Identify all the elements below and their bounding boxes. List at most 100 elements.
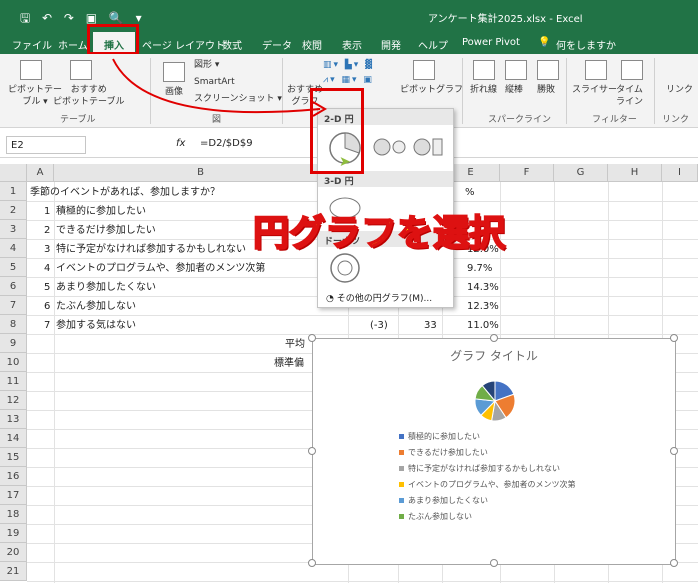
col-header-f[interactable]: F — [500, 164, 554, 182]
cell-a1[interactable]: 季節のイベントがあれば、参加しますか？ — [30, 183, 220, 202]
legend-item[interactable]: あまり参加したくない — [399, 495, 488, 506]
legend-item[interactable]: 特に予定がなければ参加するかもしれない — [399, 463, 560, 474]
cell-a-number[interactable]: 7 — [44, 316, 50, 335]
cell-e8[interactable]: 11.0% — [467, 316, 499, 335]
ribbon-separator — [566, 58, 567, 124]
cell-d8[interactable]: 33 — [424, 316, 437, 335]
sparkline-column-icon — [505, 60, 527, 80]
cell-c8[interactable]: (-3) — [370, 316, 388, 335]
cell-e-percent[interactable]: 9.7% — [467, 259, 492, 278]
resize-handle[interactable] — [490, 559, 498, 567]
tab-power-pivot[interactable]: Power Pivot — [462, 37, 520, 48]
cell-b9[interactable]: 平均 — [285, 335, 305, 354]
link-button[interactable]: リンク — [666, 84, 693, 96]
donut-option[interactable] — [328, 251, 362, 285]
col-header-b[interactable]: B — [54, 164, 348, 182]
tab-data[interactable]: データ — [262, 37, 292, 52]
resize-handle[interactable] — [670, 559, 678, 567]
cell-a-number[interactable]: 2 — [44, 221, 50, 240]
row-header-14[interactable]: 14 — [0, 429, 27, 448]
sparkline-winloss-button[interactable]: 勝敗 — [537, 84, 555, 96]
legend-swatch — [399, 450, 404, 455]
col-header-g[interactable]: G — [554, 164, 608, 182]
row-header-16[interactable]: 16 — [0, 467, 27, 486]
cell-b-item[interactable]: 特に予定がなければ参加するかもしれない — [56, 240, 246, 259]
col-header-h[interactable]: H — [608, 164, 662, 182]
cell-e-percent[interactable]: 12.3% — [467, 297, 499, 316]
more-pie-charts-button[interactable]: ◔ その他の円グラフ(M)... — [326, 291, 432, 304]
row-header-21[interactable]: 21 — [0, 562, 27, 581]
legend-item[interactable]: できるだけ参加したい — [399, 447, 488, 458]
resize-handle[interactable] — [308, 447, 316, 455]
resize-handle[interactable] — [670, 447, 678, 455]
row-header-2[interactable]: 2 — [0, 201, 27, 220]
tab-formulas[interactable]: 数式 — [222, 37, 242, 52]
sparkline-column-button[interactable]: 縦棒 — [505, 84, 523, 96]
cell-e-percent[interactable]: 14.3% — [467, 278, 499, 297]
tab-file[interactable]: ファイル — [12, 37, 52, 52]
row-header-7[interactable]: 7 — [0, 296, 27, 315]
resize-handle[interactable] — [308, 559, 316, 567]
pie-chart[interactable] — [473, 379, 517, 423]
row-header-1[interactable]: 1 — [0, 182, 27, 201]
row-header-19[interactable]: 19 — [0, 524, 27, 543]
legend-swatch — [399, 514, 404, 519]
sparkline-line-button[interactable]: 折れ線 — [470, 84, 497, 96]
resize-handle[interactable] — [308, 334, 316, 342]
legend-item[interactable]: たぶん参加しない — [399, 511, 472, 522]
tab-developer[interactable]: 開発 — [381, 37, 401, 52]
row-header-17[interactable]: 17 — [0, 486, 27, 505]
col-header-a[interactable]: A — [27, 164, 54, 182]
row-header-9[interactable]: 9 — [0, 334, 27, 353]
cell-a-number[interactable]: 6 — [44, 297, 50, 316]
tab-page-layout[interactable]: ページ レイアウト — [142, 37, 225, 52]
cell-e1[interactable]: % — [465, 183, 475, 202]
cell-a-number[interactable]: 5 — [44, 278, 50, 297]
tab-view[interactable]: 表示 — [342, 37, 362, 52]
cell-a-number[interactable]: 3 — [44, 240, 50, 259]
cell-b-item[interactable]: 積極的に参加したい — [56, 202, 146, 221]
cell-b-item[interactable]: たぶん参加しない — [56, 297, 136, 316]
resize-handle[interactable] — [490, 334, 498, 342]
bar-of-pie-option[interactable] — [413, 135, 447, 159]
row-header-18[interactable]: 18 — [0, 505, 27, 524]
cell-a-number[interactable]: 1 — [44, 202, 50, 221]
row-header-10[interactable]: 10 — [0, 353, 27, 372]
row-header-13[interactable]: 13 — [0, 410, 27, 429]
tab-home[interactable]: ホーム — [58, 37, 88, 52]
pie-of-pie-option[interactable] — [373, 135, 407, 159]
chart-title[interactable]: グラフ タイトル — [313, 347, 675, 364]
tab-review[interactable]: 校閲 — [302, 37, 322, 52]
ribbon-separator — [654, 58, 655, 124]
cell-b-item[interactable]: できるだけ参加したい — [56, 221, 156, 240]
pivot-chart-button[interactable]: ピボットグラフ — [400, 84, 463, 96]
tell-me-search[interactable]: 何をしますか — [556, 37, 616, 52]
lightbulb-icon: 💡 — [538, 37, 551, 48]
slicer-button[interactable]: スライサー — [572, 84, 617, 96]
cell-b10[interactable]: 標準偏 — [274, 354, 304, 373]
row-header-6[interactable]: 6 — [0, 277, 27, 296]
legend-label: 特に予定がなければ参加するかもしれない — [408, 464, 560, 473]
cell-b-item[interactable]: 参加する気はない — [56, 316, 136, 335]
name-box[interactable]: E2 — [6, 136, 86, 154]
timeline-button[interactable]: タイム ライン — [616, 84, 643, 108]
tab-help[interactable]: ヘルプ — [418, 37, 448, 52]
row-header-12[interactable]: 12 — [0, 391, 27, 410]
row-header-3[interactable]: 3 — [0, 220, 27, 239]
col-header-i[interactable]: I — [662, 164, 698, 182]
select-all-corner[interactable] — [0, 164, 27, 182]
resize-handle[interactable] — [670, 334, 678, 342]
legend-swatch — [399, 466, 404, 471]
legend-item[interactable]: イベントのプログラムや、参加者のメンツ次第 — [399, 479, 576, 490]
legend-item[interactable]: 積極的に参加したい — [399, 431, 480, 442]
row-header-4[interactable]: 4 — [0, 239, 27, 258]
cell-b-item[interactable]: あまり参加したくない — [56, 278, 156, 297]
pie-chart-object[interactable]: グラフ タイトル 積極的に参加したい できるだけ参加したい特に予定がなければ参加す… — [308, 334, 678, 567]
cell-a-number[interactable]: 4 — [44, 259, 50, 278]
row-header-15[interactable]: 15 — [0, 448, 27, 467]
row-header-11[interactable]: 11 — [0, 372, 27, 391]
row-header-20[interactable]: 20 — [0, 543, 27, 562]
row-header-5[interactable]: 5 — [0, 258, 27, 277]
cell-b-item[interactable]: イベントのプログラムや、参加者のメンツ次第 — [56, 259, 265, 278]
row-header-8[interactable]: 8 — [0, 315, 27, 334]
